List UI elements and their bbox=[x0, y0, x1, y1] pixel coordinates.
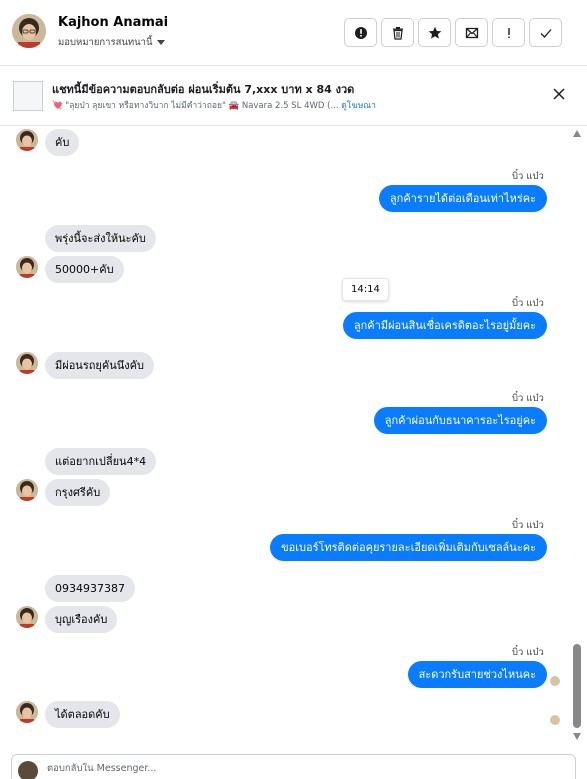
contact-name[interactable]: Kajhon Anamai bbox=[58, 15, 168, 30]
contact-avatar[interactable] bbox=[12, 14, 46, 48]
reply-input[interactable] bbox=[47, 763, 547, 774]
report-spam-button[interactable] bbox=[344, 18, 377, 47]
outgoing-message: ลูกค้าผ่อนกับธนาคารอะไรอยู่คะ bbox=[373, 407, 547, 434]
outgoing-message: ลูกค้ามีผ่อนสินเชื่อเครดิตอะไรอยู่มั้ยคะ bbox=[342, 312, 547, 339]
outgoing-message: สะดวกรับสายช่วงไหนคะ bbox=[407, 661, 547, 688]
alert-circle-icon bbox=[354, 26, 367, 39]
message-thread: คับ บิ๋ว แบ๋ว ลูกค้ารายได้ต่อเดือนเท่าไห… bbox=[0, 127, 587, 745]
star-icon bbox=[428, 26, 441, 39]
contact-avatar-small bbox=[16, 129, 38, 151]
outgoing-message: ขอเบอร์โทรติดต่อคุยรายละเอียดเพิ่มเติมกั… bbox=[270, 534, 547, 561]
incoming-message: กรุงศรีคับ bbox=[45, 479, 111, 506]
scroll-up-arrow-icon[interactable] bbox=[573, 130, 581, 137]
read-receipt-avatar bbox=[550, 676, 560, 686]
incoming-message: คับ bbox=[45, 129, 80, 156]
mark-done-button[interactable] bbox=[529, 18, 562, 47]
assign-label: มอบหมายการสนทนานี้ bbox=[58, 37, 153, 48]
ad-thumbnail bbox=[13, 81, 43, 111]
scroll-down-arrow-icon[interactable] bbox=[573, 733, 581, 740]
check-icon bbox=[540, 28, 551, 38]
seen-indicator-avatar bbox=[550, 715, 560, 725]
mark-unread-icon bbox=[465, 27, 478, 38]
delete-button[interactable] bbox=[381, 18, 414, 47]
incoming-message: 50000+คับ bbox=[45, 256, 124, 283]
scrollbar-thumb[interactable] bbox=[573, 644, 581, 728]
outgoing-message: ลูกค้ารายได้ต่อเดือนเท่าไหร่คะ bbox=[378, 185, 547, 212]
ad-context-banner: แชทนี้มีข้อความตอบกลับต่อ ผ่อนเริ่มต้น 7… bbox=[0, 66, 587, 126]
follow-up-button[interactable] bbox=[418, 18, 451, 47]
timestamp-tooltip: 14:14 bbox=[342, 278, 389, 301]
exclamation-icon bbox=[507, 27, 510, 38]
incoming-message: 0934937387 bbox=[45, 575, 135, 602]
conversation-header: Kajhon Anamai มอบหมายการสนทนานี้ bbox=[0, 0, 587, 66]
close-icon[interactable] bbox=[551, 86, 567, 102]
trash-icon bbox=[392, 26, 403, 40]
assign-conversation-dropdown[interactable]: มอบหมายการสนทนานี้ bbox=[58, 35, 165, 50]
page-avatar bbox=[18, 761, 38, 779]
mark-unread-button[interactable] bbox=[455, 18, 488, 47]
incoming-message: บุญเรืองคับ bbox=[45, 606, 118, 633]
contact-avatar-small bbox=[16, 256, 38, 278]
sender-name: บิ๋ว แบ๋ว bbox=[512, 647, 544, 658]
ad-title: แชทนี้มีข้อความตอบกลับต่อ ผ่อนเริ่มต้น 7… bbox=[52, 83, 355, 96]
incoming-message: ได้ตลอดคับ bbox=[45, 701, 120, 728]
ad-subtitle: 💘 "ลุยป่า ลุยเขา หรือทางวิบาก ไม่มีคำว่า… bbox=[52, 98, 376, 112]
incoming-message: มีผ่อนรถยุคันนึงคับ bbox=[45, 352, 154, 379]
caret-down-icon bbox=[156, 40, 165, 45]
contact-avatar-small bbox=[16, 701, 38, 723]
sender-name: บิ๋ว แบ๋ว bbox=[512, 298, 544, 309]
reply-composer bbox=[11, 754, 576, 779]
contact-avatar-small bbox=[16, 606, 38, 628]
header-actions bbox=[344, 18, 562, 47]
mark-important-button[interactable] bbox=[492, 18, 525, 47]
sender-name: บิ๋ว แบ๋ว bbox=[512, 393, 544, 404]
sender-name: บิ๋ว แบ๋ว bbox=[512, 520, 544, 531]
ad-description: 💘 "ลุยป่า ลุยเขา หรือทางวิบาก ไม่มีคำว่า… bbox=[52, 101, 339, 111]
contact-avatar-small bbox=[16, 352, 38, 374]
incoming-message: แต่อยากเปลี่ยน4*4 bbox=[45, 448, 157, 475]
contact-avatar-small bbox=[16, 479, 38, 501]
view-ad-link[interactable]: ดูโฆษณา bbox=[341, 101, 376, 111]
sender-name: บิ๋ว แบ๋ว bbox=[512, 171, 544, 182]
incoming-message: พรุ่งนี้จะส่งให้นะคับ bbox=[45, 225, 156, 252]
